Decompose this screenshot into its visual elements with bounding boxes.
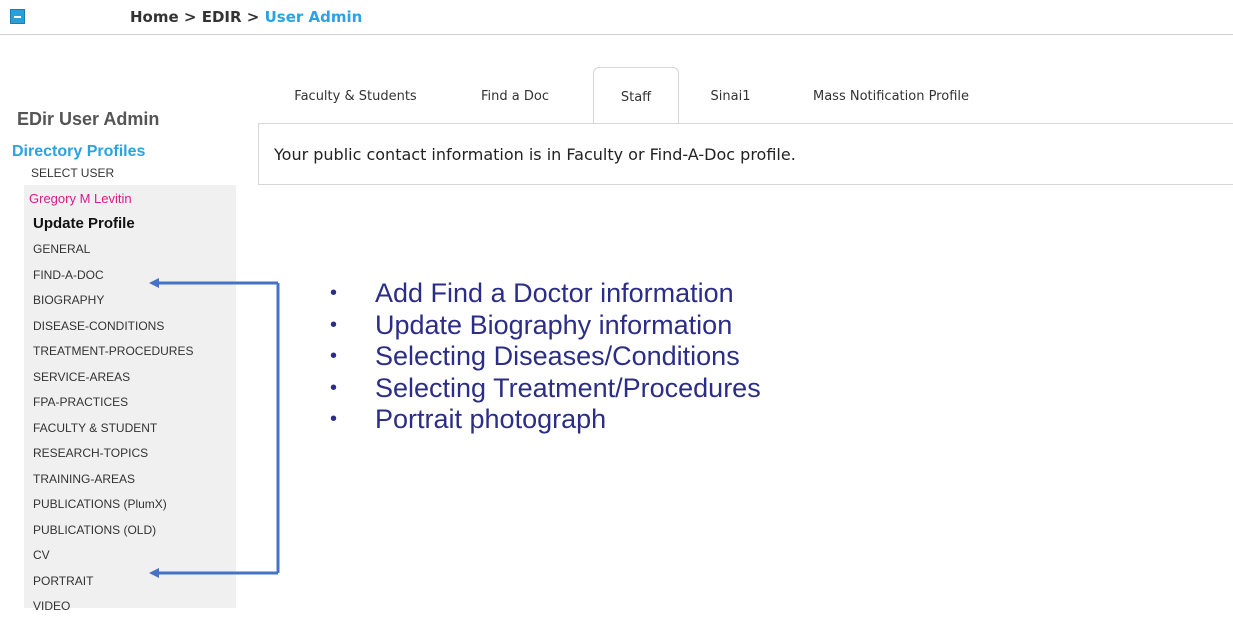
sidebar-item-fpa-practices[interactable]: FPA-PRACTICES — [33, 394, 193, 420]
user-name: Gregory M Levitin — [29, 191, 132, 206]
tab-staff[interactable]: Staff — [593, 67, 679, 124]
tab-sinai1[interactable]: Sinai1 — [688, 67, 773, 123]
header-divider — [0, 34, 1233, 35]
tab-faculty-students[interactable]: Faculty & Students — [268, 67, 443, 123]
sidebar-item-video[interactable]: VIDEO — [33, 598, 193, 624]
tab-content-panel: Your public contact information is in Fa… — [258, 123, 1233, 185]
sidebar-item-portrait[interactable]: PORTRAIT — [33, 573, 193, 599]
profile-nav: GENERAL FIND-A-DOC BIOGRAPHY DISEASE-CON… — [33, 241, 193, 624]
sidebar-item-publications-plumx[interactable]: PUBLICATIONS (PlumX) — [33, 496, 193, 522]
sidebar-item-find-a-doc[interactable]: FIND-A-DOC — [33, 267, 193, 293]
sidebar-item-service-areas[interactable]: SERVICE-AREAS — [33, 369, 193, 395]
breadcrumb-separator: > — [246, 8, 260, 26]
breadcrumb-home[interactable]: Home — [130, 8, 179, 26]
sidebar-item-biography[interactable]: BIOGRAPHY — [33, 292, 193, 318]
annotation-bullet-text: Add Find a Doctor information — [375, 278, 734, 308]
tab-find-a-doc[interactable]: Find a Doc — [460, 67, 570, 123]
annotation-bullet: • Portrait photograph — [330, 404, 761, 436]
sidebar-item-research-topics[interactable]: RESEARCH-TOPICS — [33, 445, 193, 471]
bullet-icon: • — [330, 345, 338, 367]
sidebar-item-treatment-procedures[interactable]: TREATMENT-PROCEDURES — [33, 343, 193, 369]
annotation-bullet-text: Selecting Diseases/Conditions — [375, 341, 740, 371]
app-title: EDir User Admin — [17, 109, 160, 129]
bullet-icon: • — [330, 408, 338, 430]
sidebar-item-training-areas[interactable]: TRAINING-AREAS — [33, 471, 193, 497]
bullet-icon: • — [330, 313, 338, 336]
sidebar-item-general[interactable]: GENERAL — [33, 241, 193, 267]
sidebar-item-disease-conditions[interactable]: DISEASE-CONDITIONS — [33, 318, 193, 344]
staff-info-message: Your public contact information is in Fa… — [274, 145, 796, 164]
annotation-bullet: • Selecting Treatment/Procedures — [330, 373, 761, 405]
sidebar-item-cv[interactable]: CV — [33, 547, 193, 573]
breadcrumb-current: User Admin — [264, 8, 363, 26]
section-title: Directory Profiles — [12, 143, 146, 160]
collapse-icon[interactable] — [10, 9, 25, 24]
annotation-bullet: • Add Find a Doctor information — [330, 278, 761, 310]
bullet-icon: • — [330, 282, 338, 304]
annotation-bullet-text: Update Biography information — [375, 309, 733, 340]
annotation-bullet: • Update Biography information — [330, 310, 761, 342]
update-profile-heading: Update Profile — [33, 215, 135, 232]
breadcrumb-separator: > — [183, 8, 197, 26]
annotation-bullet-text: Selecting Treatment/Procedures — [375, 372, 761, 403]
annotation-bullet-text: Portrait photograph — [375, 404, 607, 434]
tab-mass-notification-profile[interactable]: Mass Notification Profile — [793, 67, 989, 123]
breadcrumb-edir[interactable]: EDIR — [202, 8, 242, 26]
annotation-bullet-list: • Add Find a Doctor information • Update B… — [330, 278, 761, 436]
bullet-icon: • — [330, 376, 338, 399]
select-user-link[interactable]: SELECT USER — [31, 166, 114, 180]
breadcrumb: Home > EDIR > User Admin — [130, 8, 362, 26]
sidebar-item-faculty-student[interactable]: FACULTY & STUDENT — [33, 420, 193, 446]
annotation-bullet: • Selecting Diseases/Conditions — [330, 341, 761, 373]
sidebar-item-publications-old[interactable]: PUBLICATIONS (OLD) — [33, 522, 193, 548]
